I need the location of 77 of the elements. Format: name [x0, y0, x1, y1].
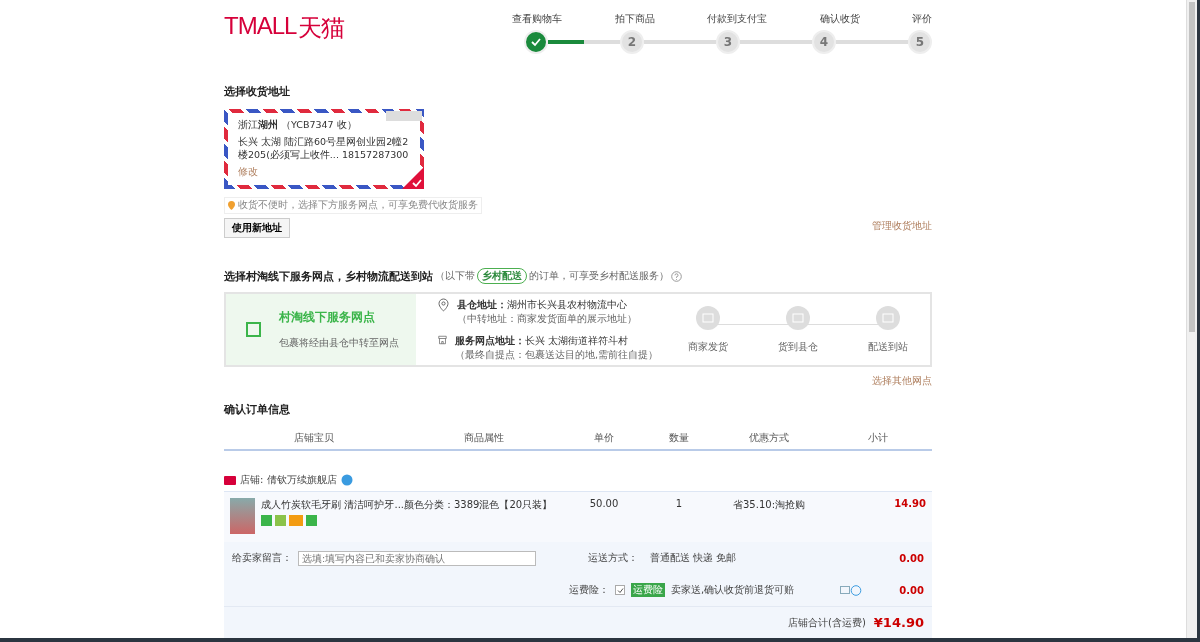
shop-name[interactable]: 店铺: 倩钦万续旗舰店	[240, 473, 337, 487]
progress-track	[644, 40, 716, 44]
message-input[interactable]: 选填:填写内容已和卖家协商确认	[298, 550, 536, 566]
address-card[interactable]: 浙江湖州 （YCB7347 收） 长兴 太湖 陆汇路60号星网创业园2幢2楼205(必须写上收件... 18157287300 修改	[224, 109, 424, 189]
shipping-value: 普通配送 快递 免邮	[650, 551, 737, 565]
location-pin-icon	[438, 297, 449, 312]
step-label: 查看购物车	[512, 12, 562, 26]
column-header: 商品属性	[463, 431, 505, 445]
insurance-label: 运费险：	[569, 583, 609, 597]
address-detail: 长兴 太湖 陆汇路60号星网创业园2幢2楼205(必须写上收件... 18157287300	[238, 136, 410, 162]
tmall-logo[interactable]: TMALL天猫	[224, 12, 345, 44]
insurance-tag: 运费险	[631, 583, 665, 597]
service-badges-icon	[261, 515, 320, 526]
scrollbar-thumb[interactable]	[1189, 2, 1195, 332]
address-note: （中转地址：商家发货面单的展示地址）	[457, 312, 637, 326]
progress-track	[740, 40, 812, 44]
flow-step-icon	[786, 305, 810, 330]
option-title: 村淘线下服务网点	[279, 309, 376, 326]
step-label: 评价	[912, 12, 932, 26]
column-header: 单价	[593, 431, 615, 445]
tip-text: 收货不便时，选择下方服务网点，可享免费代收货服务	[238, 199, 478, 212]
other-point-link[interactable]: 选择其他网点	[872, 375, 932, 388]
step-circle: 2	[620, 30, 644, 54]
column-header: 优惠方式	[748, 431, 790, 445]
step-circle: 3	[716, 30, 740, 54]
shop-badge-icon	[224, 475, 236, 485]
manage-address-link[interactable]: 管理收货地址	[872, 219, 932, 233]
step-label: 拍下商品	[614, 12, 655, 26]
step-circle: 4	[812, 30, 836, 54]
progress-track	[836, 40, 908, 44]
address-note: （最终自提点：包裹送达目的地,需前往自提）	[454, 348, 658, 362]
shipping-label: 运送方式：	[588, 551, 638, 565]
product-attribute: 颜色分类：3389混色【20只装】	[404, 498, 554, 512]
address-recipient: 浙江湖州 （YCB7347 收）	[238, 119, 358, 132]
step-label: 确认收货	[819, 12, 860, 26]
shipping-cost: 0.00	[899, 552, 924, 564]
service-option[interactable]: 村淘线下服务网点 包裹将经由县仓中转至网点	[226, 294, 416, 365]
discount: 省35.10:淘抢购	[732, 498, 806, 512]
flow-step-icon	[876, 305, 900, 330]
insurance-text: 卖家送,确认收货前退货可赔	[671, 583, 795, 597]
insurance-checkbox[interactable]	[615, 585, 625, 595]
total-value: ¥14.90	[873, 615, 924, 630]
section-title: 选择村淘线下服务网点，乡村物流配送到站	[224, 268, 433, 284]
new-address-button[interactable]: 使用新地址	[224, 218, 290, 238]
total-label: 店铺合计(含运费)	[788, 615, 866, 630]
address-line: 服务网点地址：长兴 太湖街道祥符斗村	[454, 333, 630, 348]
column-header: 店铺宝贝	[293, 431, 335, 445]
section-title: 确认订单信息	[224, 402, 291, 417]
step-circle: 5	[908, 30, 932, 54]
note-text: （以下带	[435, 269, 475, 283]
checkbox[interactable]	[246, 322, 261, 337]
quantity: 1	[674, 498, 684, 509]
column-header: 小计	[867, 431, 889, 445]
subtotal: 14.90	[893, 498, 927, 509]
product-photo-placeholder	[230, 498, 256, 534]
help-icon[interactable]	[671, 270, 682, 282]
option-desc: 包裹将经由县仓中转至网点	[279, 336, 399, 350]
scrollbar[interactable]	[1186, 0, 1200, 638]
flow-step-icon	[696, 305, 720, 330]
default-tag	[386, 111, 422, 121]
flow-step-label: 配送到站	[868, 339, 908, 354]
address-line: 县仓地址：湖州市长兴县农村物流中心	[457, 297, 628, 312]
product-name[interactable]: 成人竹炭软毛牙刷 清洁呵护牙...	[261, 498, 404, 512]
check-icon	[531, 37, 541, 47]
message-label: 给卖家留言：	[232, 551, 292, 565]
note-text: 的订单，可享受乡村配送服务）	[529, 269, 669, 283]
insurance-cost: 0.00	[899, 584, 924, 596]
flow-step-label: 货到县仓	[778, 339, 818, 354]
pin-icon	[228, 201, 235, 210]
unit-price: 50.00	[588, 498, 620, 509]
column-header: 数量	[668, 431, 690, 445]
step-label: 付款到支付宝	[707, 12, 767, 26]
store-icon	[438, 333, 447, 346]
flow-step-label: 商家发货	[688, 339, 728, 354]
selected-corner-icon	[402, 167, 424, 189]
section-title: 选择收货地址	[224, 84, 291, 99]
edit-link[interactable]: 修改	[238, 166, 410, 179]
